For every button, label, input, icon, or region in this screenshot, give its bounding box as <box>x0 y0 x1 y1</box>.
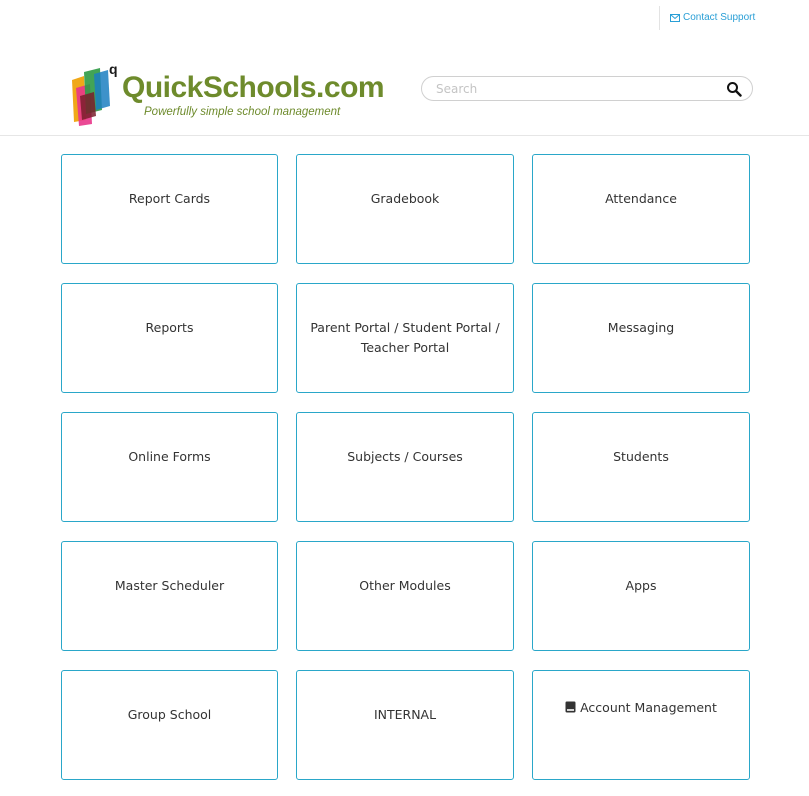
tile-label: Group School <box>127 707 212 722</box>
tile-label: Subjects / Courses <box>347 449 463 464</box>
tile-internal[interactable]: INTERNAL <box>296 670 514 780</box>
tile-students[interactable]: Students <box>532 412 750 522</box>
contact-support-link[interactable]: Contact Support <box>670 12 755 23</box>
book-icon <box>565 701 576 713</box>
tile-label: Online Forms <box>128 449 211 464</box>
tile-reports[interactable]: Reports <box>61 283 278 393</box>
search-box <box>421 76 753 101</box>
tile-account-management[interactable]: Account Management <box>532 670 750 780</box>
tile-label: Master Scheduler <box>114 578 225 593</box>
tile-portals[interactable]: Parent Portal / Student Portal / Teacher… <box>296 283 514 393</box>
logo-mark-icon <box>72 68 110 126</box>
tile-gradebook[interactable]: Gradebook <box>296 154 514 264</box>
search-input[interactable] <box>436 80 716 98</box>
tile-label: Messaging <box>607 320 675 335</box>
search-icon[interactable] <box>726 81 742 97</box>
tile-label-wrap: Account Management <box>565 698 717 779</box>
tile-label: Students <box>613 449 669 464</box>
tile-apps[interactable]: Apps <box>532 541 750 651</box>
logo-tagline: Powerfully simple school management <box>144 106 341 118</box>
tile-label: INTERNAL <box>373 707 437 722</box>
logo-title: QuickSchools.com <box>122 71 385 104</box>
tile-label: Account Management <box>580 700 717 715</box>
module-grid: Report Cards Gradebook Attendance Report… <box>61 154 750 780</box>
logo-superscript: q <box>109 61 118 77</box>
tile-master-scheduler[interactable]: Master Scheduler <box>61 541 278 651</box>
tile-report-cards[interactable]: Report Cards <box>61 154 278 264</box>
top-bar: Contact Support <box>0 0 809 36</box>
tile-subjects-courses[interactable]: Subjects / Courses <box>296 412 514 522</box>
tile-label: Reports <box>145 320 194 335</box>
tile-label: Attendance <box>605 191 677 206</box>
tile-other-modules[interactable]: Other Modules <box>296 541 514 651</box>
tile-messaging[interactable]: Messaging <box>532 283 750 393</box>
mail-icon <box>670 13 680 22</box>
tile-label: Parent Portal / Student Portal / Teacher… <box>310 320 500 355</box>
contact-support-label: Contact Support <box>683 12 756 23</box>
tile-label: Gradebook <box>370 191 440 206</box>
logo[interactable]: q QuickSchools.com Powerfully simple sch… <box>62 58 385 128</box>
header: q QuickSchools.com Powerfully simple sch… <box>0 36 809 136</box>
tile-label: Apps <box>625 578 657 593</box>
tile-attendance[interactable]: Attendance <box>532 154 750 264</box>
tile-label: Other Modules <box>359 578 451 593</box>
tile-group-school[interactable]: Group School <box>61 670 278 780</box>
topbar-divider <box>659 6 660 30</box>
tile-online-forms[interactable]: Online Forms <box>61 412 278 522</box>
tile-label: Report Cards <box>128 191 211 206</box>
